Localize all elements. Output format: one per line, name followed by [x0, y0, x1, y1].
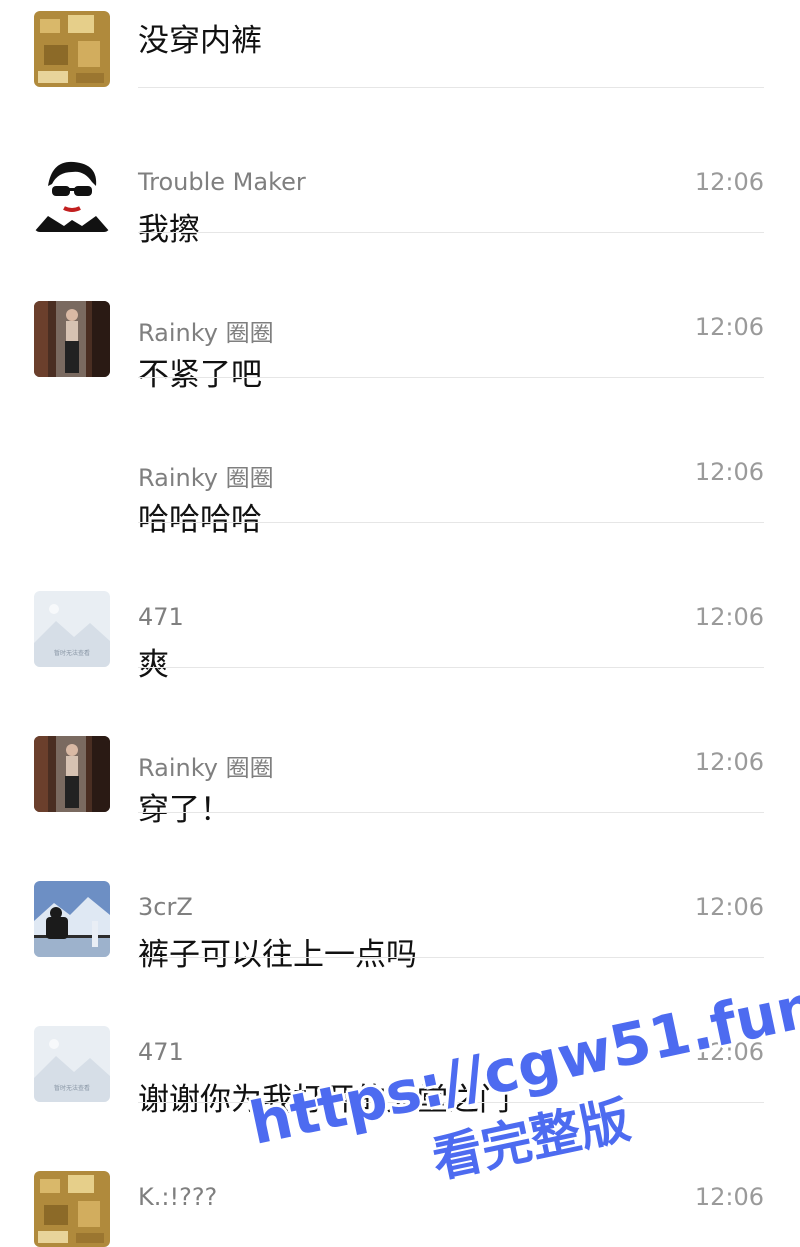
- message-row[interactable]: Trouble Maker 12:06 我擦: [0, 38, 800, 248]
- gold-pattern-avatar-icon: [34, 1171, 110, 1247]
- message-row[interactable]: 暂时无法查看 471 12:06 爽: [0, 473, 800, 683]
- message-row[interactable]: 3crZ 12:06 裤子可以往上一点吗: [0, 763, 800, 973]
- avatar[interactable]: [34, 1171, 110, 1247]
- message-row[interactable]: Rainky 圈圈 12:06 不紧了吧: [0, 183, 800, 393]
- message-row[interactable]: Rainky 圈圈 12:06 穿了！: [0, 618, 800, 828]
- message-row[interactable]: 没穿内裤: [0, 0, 800, 88]
- sender-name: K.:!???: [138, 1183, 218, 1211]
- message-row[interactable]: Rainky 圈圈 12:06 哈哈哈哈: [0, 328, 800, 538]
- message-time: 12:06: [694, 1183, 764, 1211]
